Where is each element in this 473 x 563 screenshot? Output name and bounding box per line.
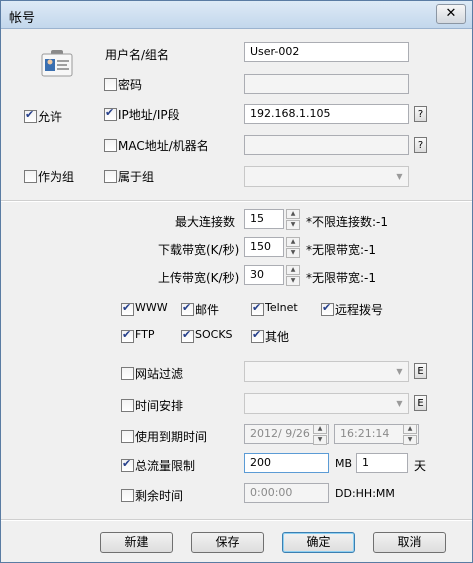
ip-label: IP地址/IP段 [118,108,180,122]
max-connections-input[interactable]: 15 [244,209,284,229]
group-select[interactable]: ▼ [244,166,409,187]
download-bandwidth-label: 下载带宽(K/秒) [158,243,240,257]
download-bandwidth-spinner[interactable]: ▲ ▼ [286,237,300,258]
traffic-quota-unit: MB [335,457,353,470]
spin-down-icon[interactable]: ▼ [313,435,327,445]
traffic-quota-input[interactable]: 200 [244,453,329,473]
max-connections-spinner[interactable]: ▲ ▼ [286,209,300,230]
member-of-group-checkbox[interactable] [104,170,117,183]
protocol-socks-label: SOCKS [195,328,233,341]
mac-help-button[interactable]: ? [414,137,427,153]
remaining-time-checkbox[interactable] [121,489,134,502]
chevron-down-icon: ▼ [396,172,403,181]
web-filter-select[interactable]: ▼ [244,361,409,382]
ip-checkbox[interactable] [104,106,117,121]
spin-up-icon[interactable]: ▲ [286,209,300,219]
protocol-mail-label: 邮件 [195,303,220,317]
schedule-checkbox[interactable] [121,399,134,412]
new-button[interactable]: 新建 [100,532,173,553]
spin-up-icon[interactable]: ▲ [313,424,327,434]
close-icon: ✕ [445,6,457,21]
spin-down-icon[interactable]: ▼ [286,220,300,230]
password-label: 密码 [118,78,143,92]
allow-checkbox[interactable] [24,108,37,123]
web-filter-checkbox[interactable] [121,367,134,380]
window-title: 帐号 [9,11,36,26]
ok-button[interactable]: 确定 [282,532,355,553]
remaining-time-label: 剩余时间 [135,489,184,503]
max-connections-label: 最大连接数 [175,215,236,229]
mac-label: MAC地址/机器名 [118,139,209,153]
ip-input[interactable]: 192.168.1.105 [244,104,409,124]
protocol-telnet-checkbox[interactable] [251,301,264,316]
divider [1,519,472,521]
chevron-down-icon: ▼ [396,399,403,408]
protocol-ftp-checkbox[interactable] [121,328,134,343]
mac-input[interactable] [244,135,409,155]
remaining-time-input[interactable]: 0:00:00 [244,483,329,503]
download-bandwidth-hint: *无限带宽:-1 [306,243,377,257]
ip-help-button[interactable]: ? [414,106,427,122]
password-input[interactable] [244,74,409,94]
protocol-mail-checkbox[interactable] [181,301,194,316]
expiration-checkbox[interactable] [121,430,134,443]
spin-up-icon[interactable]: ▲ [403,424,417,434]
protocol-remote-dial-checkbox[interactable] [321,301,334,316]
mac-checkbox[interactable] [104,139,117,152]
allow-label: 允许 [38,110,63,124]
max-connections-hint: *不限连接数:-1 [306,215,389,229]
remaining-time-format: DD:HH:MM [335,487,395,500]
traffic-quota-label: 总流量限制 [135,459,196,473]
web-filter-label: 网站过滤 [135,367,184,381]
as-group-label: 作为组 [38,170,75,184]
upload-bandwidth-spinner[interactable]: ▲ ▼ [286,265,300,286]
password-checkbox[interactable] [104,78,117,91]
spin-down-icon[interactable]: ▼ [286,248,300,258]
user-card-icon [41,50,73,78]
protocol-socks-checkbox[interactable] [181,328,194,343]
spin-down-icon[interactable]: ▼ [403,435,417,445]
schedule-select[interactable]: ▼ [244,393,409,414]
protocol-www-checkbox[interactable] [121,301,134,316]
traffic-quota-checkbox[interactable] [121,457,134,472]
title-bar: 帐号 ✕ [1,1,472,29]
expiration-date-spinner[interactable]: ▲ ▼ [313,424,327,445]
protocol-ftp-label: FTP [135,328,155,341]
protocol-remote-dial-label: 远程拨号 [335,303,384,317]
username-label: 用户名/组名 [105,48,170,62]
member-of-group-label: 属于组 [118,170,155,184]
upload-bandwidth-hint: *无限带宽:-1 [306,271,377,285]
expiration-label: 使用到期时间 [135,430,208,444]
upload-bandwidth-label: 上传带宽(K/秒) [158,271,240,285]
chevron-down-icon: ▼ [396,367,403,376]
spin-up-icon[interactable]: ▲ [286,265,300,275]
divider [1,200,472,202]
protocol-www-label: WWW [135,301,168,314]
schedule-label: 时间安排 [135,399,184,413]
schedule-edit-button[interactable]: E [414,395,427,411]
expiration-time-spinner[interactable]: ▲ ▼ [403,424,417,445]
protocol-telnet-label: Telnet [265,301,298,314]
spin-up-icon[interactable]: ▲ [286,237,300,247]
as-group-checkbox[interactable] [24,170,37,183]
cancel-button[interactable]: 取消 [373,532,446,553]
save-button[interactable]: 保存 [191,532,264,553]
download-bandwidth-input[interactable]: 150 [244,237,284,257]
traffic-quota-days-unit: 天 [414,459,427,473]
close-button[interactable]: ✕ [436,4,466,24]
username-input[interactable]: User-002 [244,42,409,62]
protocol-other-checkbox[interactable] [251,328,264,343]
protocol-other-label: 其他 [265,330,290,344]
web-filter-edit-button[interactable]: E [414,363,427,379]
spin-down-icon[interactable]: ▼ [286,276,300,286]
traffic-quota-days-input[interactable]: 1 [356,453,408,473]
account-dialog: 帐号 ✕ 用户名/组名 User-002 密码 允许 IP地址/IP段 192.… [0,0,473,563]
upload-bandwidth-input[interactable]: 30 [244,265,284,285]
